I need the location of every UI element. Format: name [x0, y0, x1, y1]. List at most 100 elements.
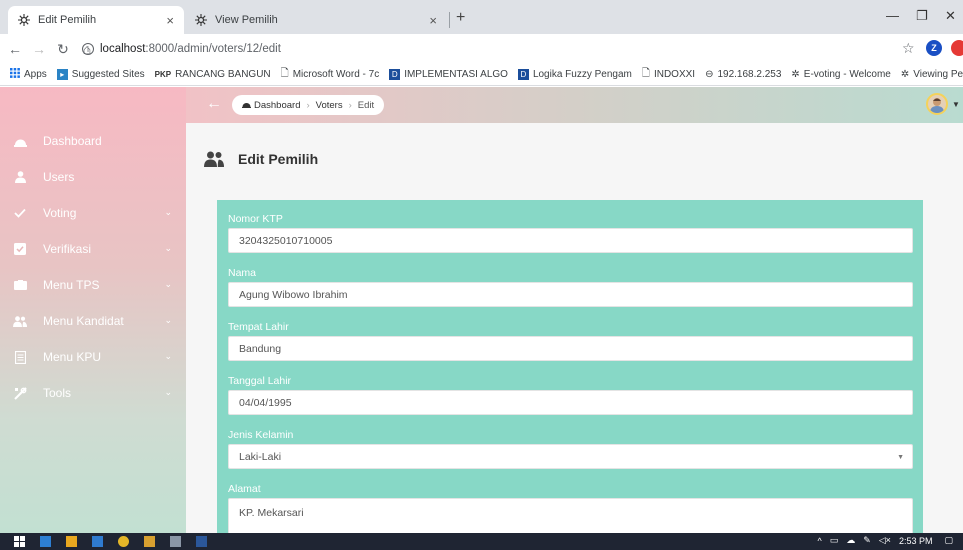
- nama-input[interactable]: Agung Wibowo Ibrahim: [228, 282, 913, 307]
- tab-view-pemilih[interactable]: View Pemilih ×: [185, 6, 447, 34]
- globe-icon: ⊖: [705, 69, 714, 80]
- sidebar-item-verifikasi[interactable]: Verifikasi ⌄: [0, 231, 186, 267]
- sidebar-item-menu-kandidat[interactable]: Menu Kandidat ⌄: [0, 303, 186, 339]
- chrome-icon[interactable]: [118, 536, 129, 547]
- evoting-favicon-icon: ✲: [791, 69, 800, 80]
- tanggal-lahir-input[interactable]: 04/04/1995: [228, 390, 913, 415]
- tab-close-icon[interactable]: ×: [166, 13, 174, 28]
- sidebar-item-users[interactable]: Users: [0, 159, 186, 195]
- chevron-down-icon: ⌄: [164, 315, 172, 325]
- sidebar-item-dashboard[interactable]: Dashboard: [0, 123, 186, 159]
- select-value: Laki-Laki: [239, 450, 282, 463]
- jenis-kelamin-select[interactable]: Laki-Laki ▼: [228, 444, 913, 469]
- evoting-favicon-icon: ✲: [900, 69, 910, 80]
- restore-button[interactable]: ❐: [916, 8, 928, 24]
- sidebar-item-menu-tps[interactable]: Menu TPS ⌄: [0, 267, 186, 303]
- network-icon[interactable]: ▭: [830, 535, 839, 546]
- new-tab-button[interactable]: +: [456, 9, 465, 27]
- sidebar-item-voting[interactable]: Voting ⌄: [0, 195, 186, 231]
- vscode-icon[interactable]: [92, 536, 103, 547]
- breadcrumb-dashboard[interactable]: Dashboard: [254, 100, 300, 111]
- word-icon[interactable]: [196, 536, 207, 547]
- alamat-textarea[interactable]: KP. Mekarsari: [228, 498, 913, 533]
- sidebar-item-label: Users: [43, 170, 75, 184]
- file-explorer-icon[interactable]: [40, 536, 51, 547]
- windows-taskbar: ^ ▭ ☁ ✎ ◁× 2:53 PM ▢: [0, 533, 963, 550]
- chevron-down-icon: ⌄: [164, 279, 172, 289]
- bookmark-ip[interactable]: ⊖ 192.168.2.253: [705, 69, 781, 80]
- bookmark-suggested-sites[interactable]: ▸ Suggested Sites: [56, 69, 145, 80]
- bookmark-label: Suggested Sites: [71, 69, 145, 80]
- notification-icon[interactable]: ▢: [944, 535, 953, 546]
- close-window-button[interactable]: ✕: [945, 8, 956, 24]
- pkp-icon: PKP: [154, 70, 172, 79]
- sidebar-item-label: Menu Kandidat: [43, 314, 124, 328]
- tab-edit-pemilih[interactable]: Edit Pemilih ×: [8, 6, 184, 34]
- bookmark-logika-fuzzy[interactable]: D Logika Fuzzy Pengam: [517, 69, 632, 80]
- bookmark-implementasi[interactable]: D IMPLEMENTASI ALGO: [389, 69, 508, 80]
- bookmark-indoxxi[interactable]: 🗋 INDOXXI: [642, 66, 695, 83]
- extension-z-icon[interactable]: Z: [926, 40, 942, 56]
- reload-icon[interactable]: ↻: [54, 41, 72, 58]
- sidebar-item-label: Menu KPU: [43, 350, 102, 364]
- app-topbar: ← Dashboard › Voters › Edit ▼: [186, 87, 963, 123]
- forward-nav-icon[interactable]: →: [30, 41, 48, 57]
- tools-icon: [13, 386, 27, 400]
- breadcrumb-separator: ›: [348, 99, 352, 111]
- address-bar: ← → ↻ ⌂ i localhost:8000/admin/voters/12…: [0, 34, 963, 64]
- clock[interactable]: 2:53 PM: [899, 536, 933, 546]
- url-host: localhost: [100, 43, 146, 55]
- page-title: Edit Pemilih: [204, 151, 318, 167]
- page-title-text: Edit Pemilih: [238, 151, 319, 167]
- pen-icon[interactable]: ✎: [863, 535, 871, 546]
- breadcrumb-separator: ›: [306, 99, 310, 111]
- edit-voter-form: Nomor KTP 3204325010710005 Nama Agung Wi…: [217, 200, 923, 533]
- back-arrow-button[interactable]: ←: [206, 95, 222, 113]
- back-nav-icon[interactable]: ←: [6, 41, 24, 57]
- bookmark-microsoft-word[interactable]: 🗋 Microsoft Word - 7c: [281, 66, 380, 83]
- bookmark-rancang-bangun[interactable]: PKP RANCANG BANGUN: [155, 69, 271, 80]
- sidebar-item-label: Voting: [43, 206, 77, 220]
- sidebar-item-tools[interactable]: Tools ⌄: [0, 375, 186, 411]
- tray-arrow-icon[interactable]: ^: [817, 536, 821, 546]
- extension-red-icon[interactable]: [951, 40, 963, 56]
- field-label: Jenis Kelamin: [228, 429, 294, 441]
- app-icon[interactable]: [170, 536, 181, 547]
- url-input[interactable]: i localhost:8000/admin/voters/12/edit: [82, 38, 912, 60]
- sidebar-item-menu-kpu[interactable]: Menu KPU ⌄: [0, 339, 186, 375]
- bookmark-star-icon[interactable]: ☆: [902, 40, 915, 57]
- caret-down-icon[interactable]: ▼: [952, 100, 960, 109]
- windows-start-icon[interactable]: [14, 536, 25, 547]
- verify-icon: [13, 242, 27, 256]
- app-icon[interactable]: [144, 536, 155, 547]
- tempat-lahir-input[interactable]: Bandung: [228, 336, 913, 361]
- nomor-ktp-input[interactable]: 3204325010710005: [228, 228, 913, 253]
- field-jenis-kelamin: Jenis Kelamin Laki-Laki ▼: [228, 426, 913, 480]
- volume-icon[interactable]: ◁×: [879, 535, 891, 546]
- breadcrumb: Dashboard › Voters › Edit: [232, 95, 385, 115]
- chevron-down-icon: ⌄: [164, 243, 172, 253]
- minimize-button[interactable]: —: [886, 8, 899, 23]
- sidebar-item-label: Dashboard: [43, 134, 102, 148]
- bookmark-evoting[interactable]: ✲ E-voting - Welcome: [791, 69, 890, 80]
- tab-close-icon[interactable]: ×: [429, 13, 437, 28]
- cloud-icon[interactable]: ☁: [846, 535, 855, 546]
- folder-icon[interactable]: [66, 536, 77, 547]
- site-info-icon[interactable]: i: [82, 43, 94, 55]
- bookmark-viewing-pemilih[interactable]: ✲ Viewing Pemilih: [901, 69, 963, 80]
- bookmark-label: INDOXXI: [653, 69, 696, 80]
- field-nomor-ktp: Nomor KTP 3204325010710005: [228, 210, 913, 264]
- field-alamat: Alamat KP. Mekarsari: [228, 480, 913, 533]
- dashboard-icon: [242, 100, 251, 111]
- main-content: Edit Pemilih Nomor KTP 3204325010710005 …: [186, 123, 963, 533]
- chevron-down-icon: ⌄: [164, 351, 172, 361]
- bookmark-apps[interactable]: Apps: [10, 68, 47, 81]
- breadcrumb-voters[interactable]: Voters: [316, 100, 343, 111]
- sidebar-header: [0, 87, 186, 123]
- bookmark-label: Microsoft Word - 7c: [292, 69, 380, 80]
- caret-down-icon: ▼: [897, 454, 904, 461]
- bookmark-label: 192.168.2.253: [717, 69, 782, 80]
- doc-blue-icon: D: [389, 69, 401, 80]
- field-label: Tempat Lahir: [228, 321, 289, 333]
- user-avatar[interactable]: [926, 93, 948, 115]
